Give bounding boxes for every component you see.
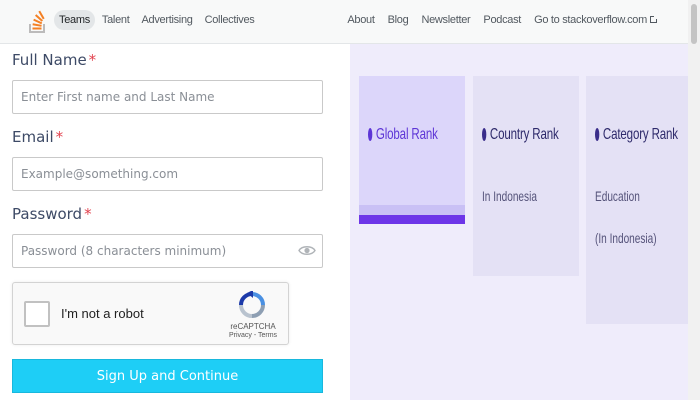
nav-link-about[interactable]: About	[342, 10, 379, 30]
rank-preview-panel: Global Rank Country Rank In Indonesia Ca…	[350, 44, 688, 400]
full-name-label: Full Name *	[12, 51, 96, 69]
sign-up-button[interactable]: Sign Up and Continue	[12, 359, 323, 393]
recaptcha-label: I'm not a robot	[61, 306, 144, 321]
required-marker: *	[84, 205, 92, 223]
external-link-icon	[650, 15, 658, 23]
nav-link-go-to-stackoverflow-label: Go to stackoverflow.com	[534, 14, 647, 26]
nav-link-podcast[interactable]: Podcast	[478, 10, 526, 30]
password-label: Password *	[12, 205, 92, 223]
email-input[interactable]	[12, 157, 323, 191]
recaptcha-logo-icon	[239, 291, 265, 318]
nav-link-collectives[interactable]: Collectives	[200, 10, 260, 30]
email-label: Email *	[12, 128, 63, 146]
recaptcha-links[interactable]: Privacy - Terms	[226, 332, 280, 339]
stackoverflow-logo-icon[interactable]	[28, 8, 48, 34]
nav-link-newsletter[interactable]: Newsletter	[416, 10, 475, 30]
category-rank-title-text: Category Rank	[602, 126, 678, 143]
password-label-text: Password	[12, 205, 83, 223]
country-rank-title: Country Rank	[482, 126, 559, 144]
nav-link-teams[interactable]: Teams	[54, 10, 95, 30]
category-rank-sub-education: Education	[595, 188, 640, 204]
password-input[interactable]	[12, 234, 323, 268]
top-navigation: Teams Talent Advertising Collectives Abo…	[0, 0, 700, 44]
rank-dot-icon	[482, 128, 487, 141]
scrollbar-thumb[interactable]	[691, 4, 697, 44]
rank-dot-icon	[368, 128, 373, 141]
category-rank-title: Category Rank	[595, 126, 678, 144]
nav-link-go-to-stackoverflow[interactable]: Go to stackoverflow.com	[529, 10, 662, 30]
nav-link-talent[interactable]: Talent	[97, 10, 135, 30]
category-rank-sub-country: (In Indonesia)	[595, 230, 657, 246]
email-label-text: Email	[12, 128, 54, 146]
recaptcha-brand: reCAPTCHA	[230, 322, 276, 331]
nav-link-blog[interactable]: Blog	[383, 10, 414, 30]
category-rank-card: Category Rank Education (In Indonesia)	[586, 76, 688, 324]
recaptcha-widget: I'm not a robot reCAPTCHA Privacy - Term…	[12, 282, 289, 345]
full-name-input[interactable]	[12, 80, 323, 114]
nav-link-advertising[interactable]: Advertising	[136, 10, 197, 30]
scrollbar[interactable]	[688, 0, 700, 400]
required-marker: *	[88, 51, 97, 69]
nav-right-links: About Blog Newsletter Podcast Go to stac…	[342, 10, 662, 30]
full-name-label-text: Full Name	[12, 51, 87, 69]
rank-dot-icon	[595, 128, 600, 141]
required-marker: *	[55, 128, 64, 146]
country-rank-card: Country Rank In Indonesia	[473, 76, 579, 276]
nav-left-links: Teams Talent Advertising Collectives	[54, 10, 259, 30]
global-rank-bar-light	[359, 205, 465, 215]
global-rank-bar	[359, 215, 465, 224]
global-rank-title-text: Global Rank	[375, 126, 438, 143]
global-rank-title: Global Rank	[368, 126, 438, 144]
signup-form: Full Name* Email* Password* I'm not a ro…	[0, 44, 350, 400]
eye-icon[interactable]	[298, 245, 316, 256]
country-rank-sub: In Indonesia	[482, 188, 537, 204]
global-rank-card: Global Rank	[359, 76, 465, 224]
recaptcha-checkbox[interactable]	[24, 301, 50, 327]
country-rank-title-text: Country Rank	[489, 126, 559, 143]
